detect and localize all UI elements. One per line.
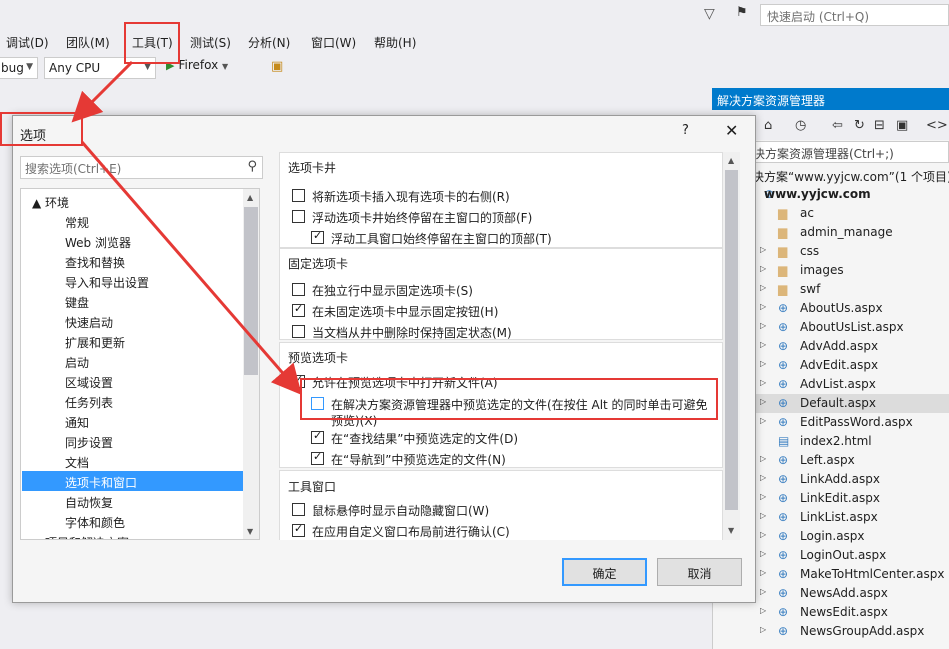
arrow-tools-to-dialog (71, 60, 134, 123)
annotation-arrows (71, 60, 302, 396)
arrow-dialog-to-option (80, 141, 302, 396)
